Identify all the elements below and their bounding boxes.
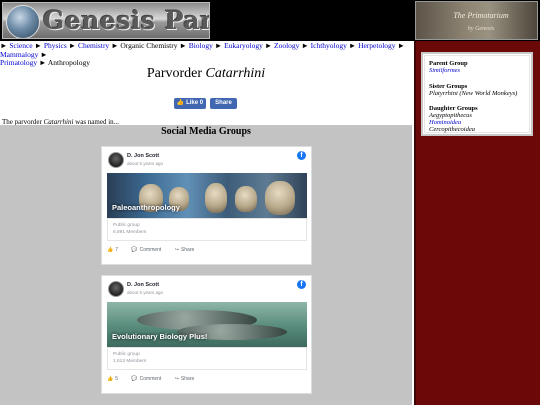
breadcrumb-ichthyology[interactable]: Ichthyology [311, 41, 347, 50]
breadcrumb-arrow-icon: ► [111, 41, 119, 50]
breadcrumb-zoology[interactable]: Zoology [274, 41, 299, 50]
breadcrumb-chemistry[interactable]: Chemistry [78, 41, 109, 50]
breadcrumb-arrow-icon: ► [264, 41, 273, 50]
thumbs-up-icon: 👍 [107, 247, 114, 253]
group-name[interactable]: Paleoanthropology [112, 203, 180, 212]
post-author[interactable]: D. Jon Scott [127, 153, 159, 159]
breadcrumb-arrow-icon: ► [301, 41, 309, 50]
breadcrumb-arrow-icon: ► [348, 41, 357, 50]
like-count: 7 [115, 247, 119, 253]
group-cover-image[interactable]: Evolutionary Biology Plus! [107, 302, 307, 347]
breadcrumb: ► Science ► Physics ► Chemistry ► Organi… [0, 41, 412, 68]
avatar[interactable] [108, 281, 124, 297]
facebook-share-button[interactable]: Share [210, 98, 237, 109]
post-actions: 👍 5 💬 Comment ↪ Share [107, 376, 206, 382]
share-icon: ↪ [174, 247, 179, 253]
post-time[interactable]: about 5 years ago [127, 290, 163, 295]
taxonomy-sidebar: Parent Group Simiiformes Sister Groups P… [421, 52, 533, 136]
share-icon: ↪ [174, 376, 179, 382]
social-media-title: Social Media Groups [161, 126, 251, 137]
comment-action[interactable]: 💬 Comment [131, 376, 167, 382]
comment-icon: 💬 [131, 247, 138, 253]
group-meta: Public group 6,891 Members [107, 218, 307, 241]
page-title: Parvorder Catarrhini [0, 66, 412, 82]
primotarium-subtitle: by Genesis [467, 26, 495, 32]
primotarium-title: The Primotarium [453, 11, 509, 20]
share-label: Share [180, 247, 195, 253]
post-actions: 👍 7 💬 Comment ↪ Share [107, 247, 206, 253]
skull-image [205, 183, 227, 213]
primotarium-banner[interactable]: The Primotarium by Genesis [415, 1, 538, 40]
group-type: Public group [113, 352, 140, 357]
page-title-rank: Parvorder [146, 66, 203, 81]
breadcrumb-biology[interactable]: Biology [189, 41, 213, 50]
skull-image [235, 186, 257, 212]
site-logo[interactable]: Genesis Panthesis [2, 2, 210, 39]
comment-label: Comment [139, 376, 162, 382]
breadcrumb-herpetology[interactable]: Herpetology [358, 41, 396, 50]
daughter-group-item: Cercopithecoidea [429, 126, 475, 133]
page-title-taxon: Catarrhini [205, 66, 266, 81]
thumbs-up-icon: 👍 [176, 100, 185, 106]
parent-group-link[interactable]: Simiiformes [429, 67, 460, 75]
globe-icon [6, 5, 40, 38]
like-action[interactable]: 👍 7 [107, 247, 124, 253]
like-count: 5 [115, 376, 119, 382]
breadcrumb-arrow-icon: ► [68, 41, 77, 50]
group-members: 6,891 Members [113, 230, 147, 235]
share-label: Share [180, 376, 195, 382]
skull-image [265, 181, 295, 215]
comment-action[interactable]: 💬 Comment [131, 247, 167, 253]
facebook-like-button[interactable]: 👍 Like 0 [174, 98, 206, 109]
post-author[interactable]: D. Jon Scott [127, 282, 159, 288]
breadcrumb-eukaryology[interactable]: Eukaryology [224, 41, 263, 50]
share-action[interactable]: ↪ Share [175, 247, 201, 253]
breadcrumb-arrow-icon: ► [397, 41, 405, 50]
logo-title: Genesis Panthesis [43, 6, 209, 35]
breadcrumb-organic-chemistry: Organic Chemistry [120, 41, 178, 50]
comment-label: Comment [139, 247, 162, 253]
comment-icon: 💬 [131, 376, 138, 382]
like-action[interactable]: 👍 5 [107, 376, 124, 382]
group-name[interactable]: Evolutionary Biology Plus! [112, 332, 207, 341]
group-type: Public group [113, 223, 140, 228]
group-cover-image[interactable]: Paleoanthropology [107, 173, 307, 218]
facebook-icon[interactable]: f [297, 280, 306, 289]
sister-group-item: Platyrrhini (New World Monkeys) [429, 90, 518, 97]
facebook-group-card[interactable]: D. Jon Scott about 5 years ago f Evoluti… [101, 275, 312, 394]
thumbs-up-icon: 👍 [107, 376, 114, 382]
share-action[interactable]: ↪ Share [175, 376, 201, 382]
breadcrumb-arrow-icon: ► [179, 41, 187, 50]
facebook-like-label: Like 0 [186, 100, 204, 106]
post-time[interactable]: about 5 years ago [127, 161, 163, 166]
breadcrumb-arrow-icon: ► [214, 41, 223, 50]
group-members: 1,613 Members [113, 359, 147, 364]
avatar[interactable] [108, 152, 124, 168]
facebook-group-card[interactable]: D. Jon Scott about 5 years ago f Paleoan… [101, 146, 312, 265]
group-meta: Public group 1,613 Members [107, 347, 307, 370]
facebook-icon[interactable]: f [297, 151, 306, 160]
